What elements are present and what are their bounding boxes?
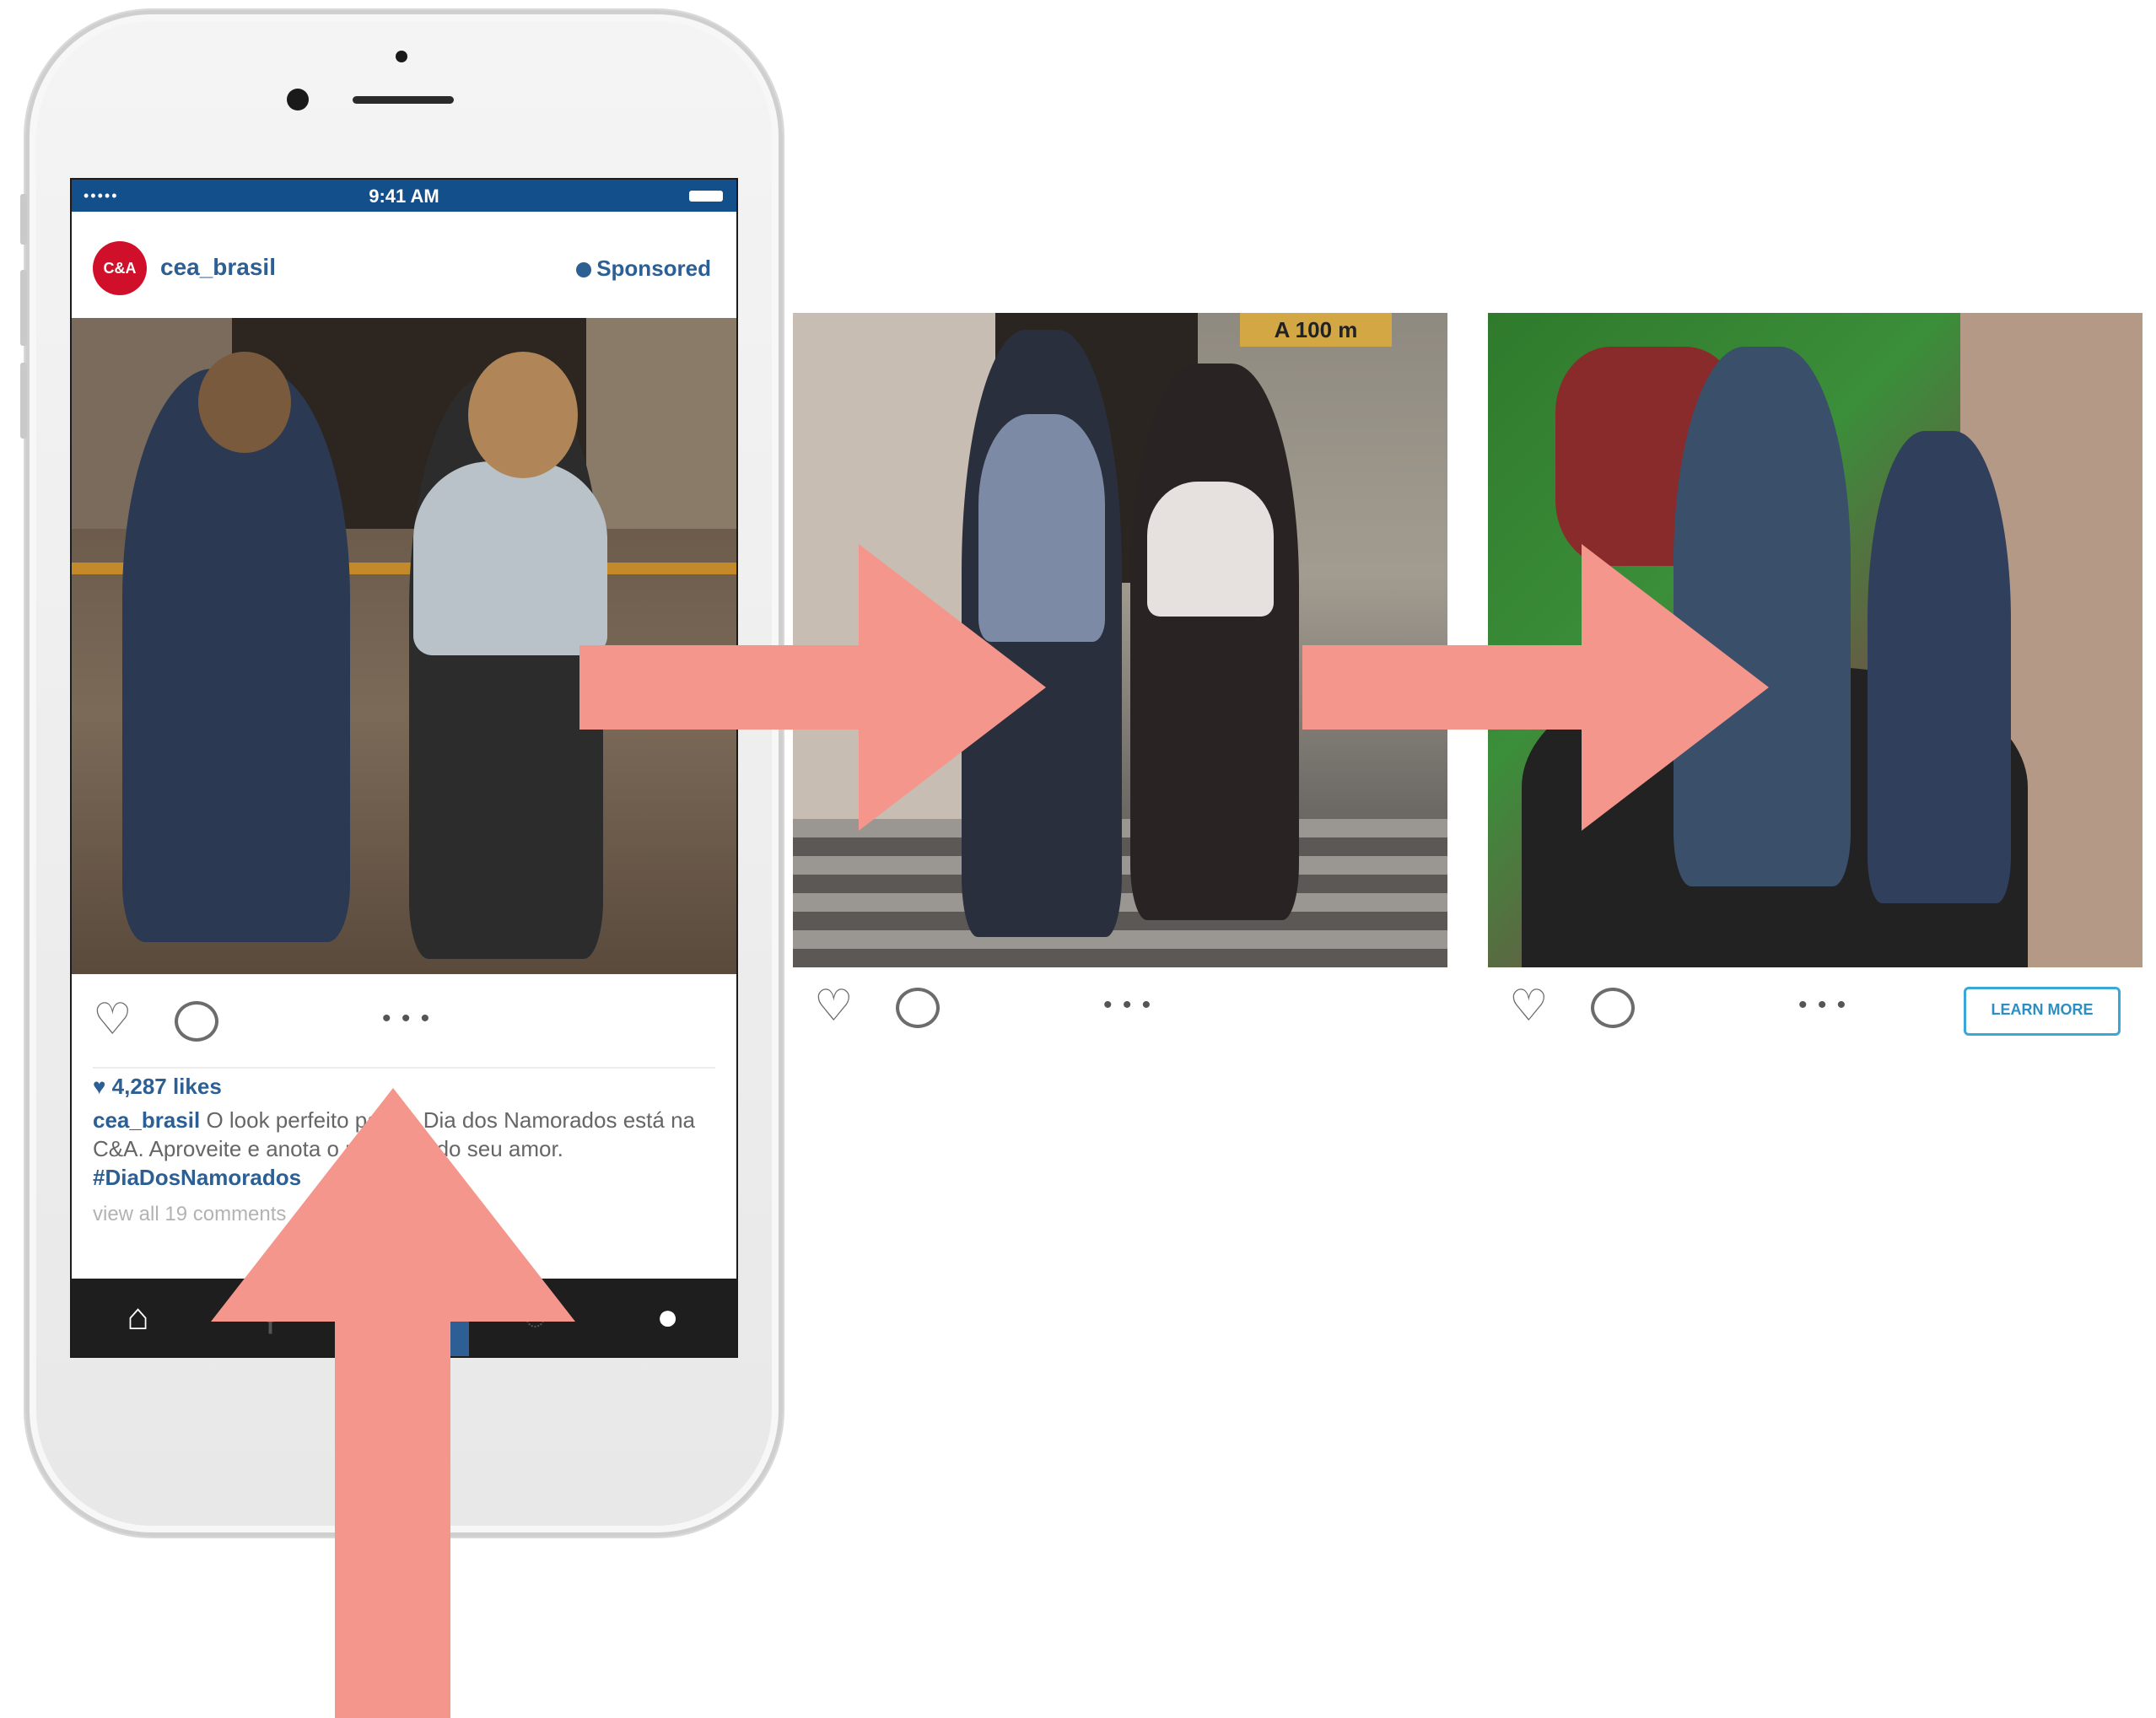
arrow-right-2	[1302, 544, 1769, 831]
arrow-up	[211, 1088, 575, 1718]
arrow-right-1	[579, 544, 1046, 831]
arrows-overlay	[211, 544, 1769, 1718]
